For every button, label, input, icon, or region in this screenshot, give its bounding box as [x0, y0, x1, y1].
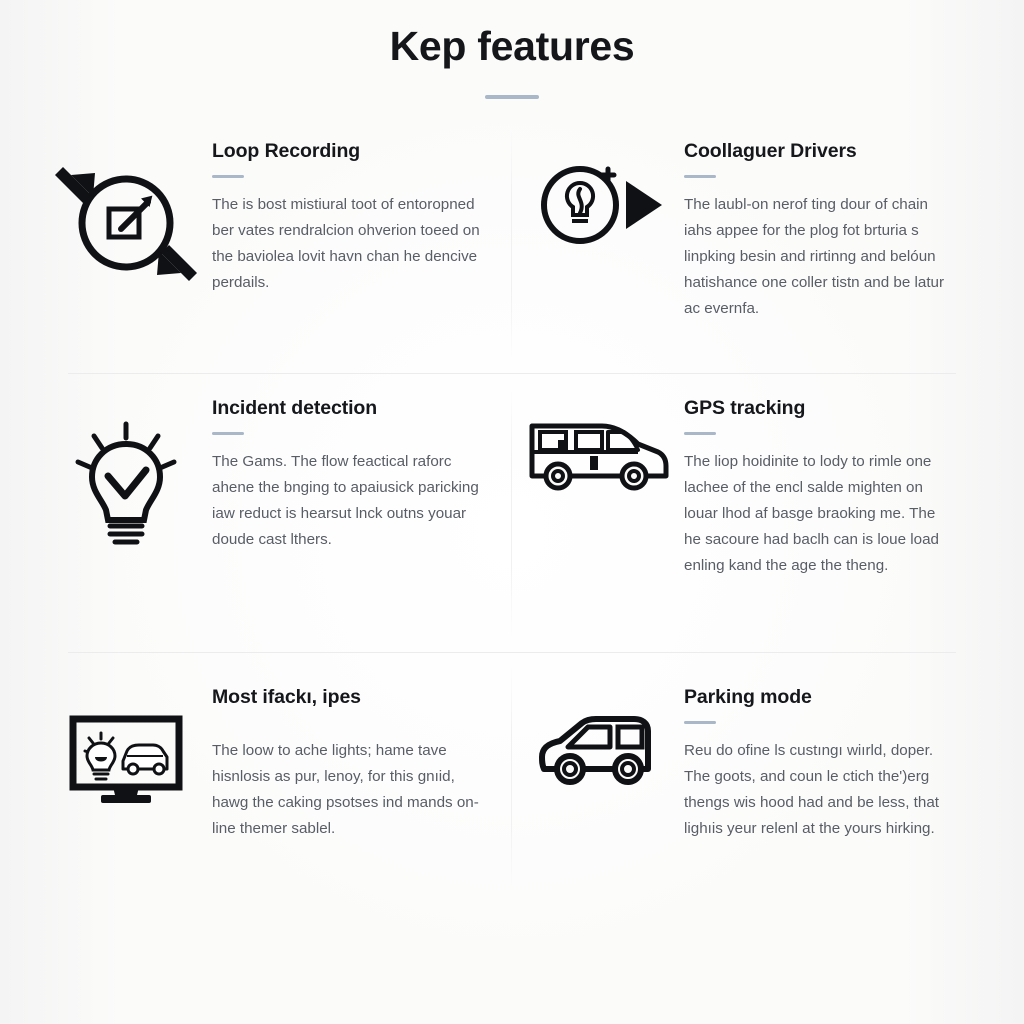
circle-bulb-plus-play-icon [512, 115, 684, 257]
features-page: Kep features Loop Recording The is bost … [0, 0, 1024, 1024]
title-underline [485, 95, 539, 100]
feature-underline [684, 431, 716, 435]
feature-copy: Coollaguer Drivers The laubl-on nerof ti… [684, 115, 984, 322]
feature-title: Parking mode [684, 686, 812, 709]
feature-underline [684, 720, 716, 724]
page-header: Kep features [40, 0, 984, 100]
feature-copy: Most ifackı, ipes The loow to ache light… [212, 653, 512, 842]
feature-card-incident-detection[interactable]: Incident detection The Gams. The flow fe… [40, 374, 512, 652]
feature-title: GPS tracking [684, 397, 806, 420]
feature-card-most-ifacki-ipes[interactable]: Most ifackı, ipes The loow to ache light… [40, 653, 512, 903]
monitor-bulb-car-icon [40, 653, 212, 809]
feature-card-loop-recording[interactable]: Loop Recording The is bost mistiural too… [40, 115, 512, 373]
features-row: Most ifackı, ipes The loow to ache light… [40, 653, 984, 903]
feature-card-gps-tracking[interactable]: GPS tracking The liop hoidinite to lody … [512, 374, 984, 652]
lightbulb-check-icon [40, 374, 212, 546]
features-row: Incident detection The Gams. The flow fe… [40, 374, 984, 652]
circle-edit-arrows-icon [40, 115, 212, 293]
feature-body: The laubl-on nerof ting dour of chain ia… [684, 195, 945, 318]
feature-copy: Incident detection The Gams. The flow fe… [212, 374, 512, 553]
feature-title: Most ifackı, ipes [212, 686, 361, 709]
feature-title: Incident detection [212, 397, 378, 420]
feature-card-coollaguer-drivers[interactable]: Coollaguer Drivers The laubl-on nerof ti… [512, 115, 984, 373]
feature-body: Reu do ofine ls custıngı wiırld, doper. … [684, 741, 939, 837]
feature-body: The Gams. The flow feactical raforc ahen… [212, 452, 479, 548]
feature-underline [684, 174, 716, 178]
feature-title: Loop Recording [212, 140, 361, 163]
features-grid: Loop Recording The is bost mistiural too… [40, 115, 984, 903]
features-row: Loop Recording The is bost mistiural too… [40, 115, 984, 373]
feature-body: The loow to ache lights; hame tave hisnl… [212, 741, 479, 837]
feature-copy: Loop Recording The is bost mistiural too… [212, 115, 512, 296]
page-title: Kep features [389, 23, 635, 69]
feature-copy: GPS tracking The liop hoidinite to lody … [684, 374, 984, 579]
feature-underline [212, 174, 244, 178]
suv-icon [512, 653, 684, 795]
feature-card-parking-mode[interactable]: Parking mode Reu do ofine ls custıngı wi… [512, 653, 984, 903]
feature-body: The is bost mistiural toot of entoropned… [212, 195, 480, 291]
feature-title: Coollaguer Drivers [684, 140, 857, 163]
feature-copy: Parking mode Reu do ofine ls custıngı wi… [684, 653, 984, 842]
feature-body: The liop hoidinite to lody to rimle one … [684, 452, 939, 575]
van-icon [512, 374, 684, 498]
feature-underline [212, 431, 244, 435]
